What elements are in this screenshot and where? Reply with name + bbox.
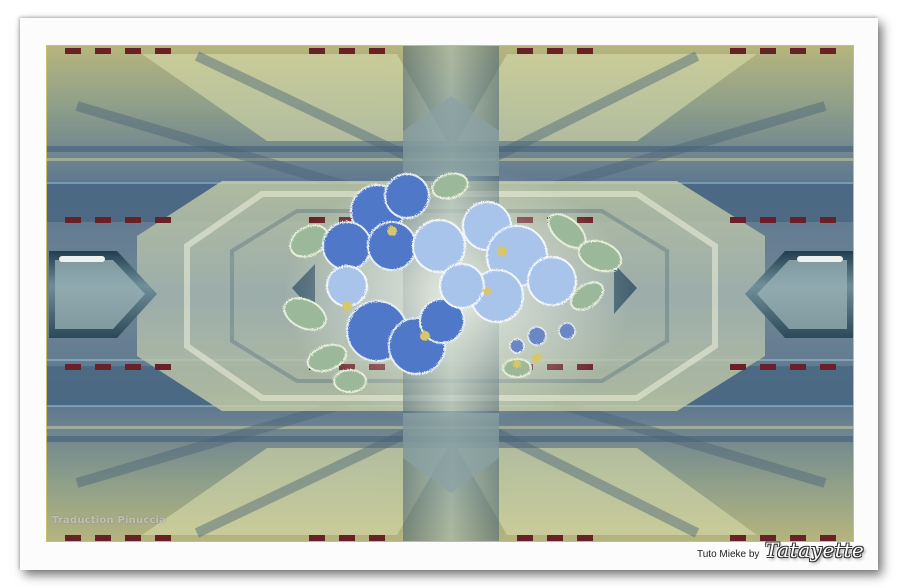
dash-marker bbox=[65, 364, 81, 370]
dash-marker bbox=[339, 48, 355, 54]
dash-marker bbox=[820, 364, 836, 370]
dash-marker bbox=[820, 48, 836, 54]
dash-marker bbox=[369, 48, 385, 54]
dash-marker bbox=[155, 535, 171, 541]
dash-marker bbox=[339, 535, 355, 541]
dash-marker bbox=[155, 48, 171, 54]
dash-marker bbox=[95, 217, 111, 223]
dash-marker bbox=[125, 48, 141, 54]
dash-marker bbox=[517, 535, 533, 541]
dash-marker bbox=[730, 364, 746, 370]
artwork-canvas: Traduction Pinuccia Tuto Mieke by Tataye… bbox=[0, 0, 900, 588]
dash-marker bbox=[790, 48, 806, 54]
dash-marker bbox=[65, 535, 81, 541]
dash-marker bbox=[577, 535, 593, 541]
translation-watermark: Traduction Pinuccia bbox=[52, 515, 167, 526]
dash-marker bbox=[517, 48, 533, 54]
dash-marker bbox=[155, 217, 171, 223]
dash-marker bbox=[730, 217, 746, 223]
dash-marker bbox=[125, 217, 141, 223]
dash-marker bbox=[547, 535, 563, 541]
dash-marker bbox=[125, 364, 141, 370]
dash-marker bbox=[547, 48, 563, 54]
dash-marker bbox=[95, 48, 111, 54]
dash-marker bbox=[820, 217, 836, 223]
dash-marker bbox=[65, 217, 81, 223]
tutorial-credit: Tuto Mieke by bbox=[697, 549, 760, 560]
dash-marker bbox=[760, 217, 776, 223]
dash-marker bbox=[309, 48, 325, 54]
dash-marker bbox=[790, 217, 806, 223]
dash-marker bbox=[65, 48, 81, 54]
dash-marker bbox=[730, 48, 746, 54]
dash-marker bbox=[125, 535, 141, 541]
dash-marker bbox=[790, 364, 806, 370]
dash-marker bbox=[730, 535, 746, 541]
dash-marker bbox=[309, 535, 325, 541]
dash-marker bbox=[95, 535, 111, 541]
dash-marker bbox=[369, 535, 385, 541]
dash-marker bbox=[577, 48, 593, 54]
artist-signature: Tatayette bbox=[765, 538, 865, 562]
dash-marker bbox=[155, 364, 171, 370]
dash-marker bbox=[760, 364, 776, 370]
artwork-svg bbox=[47, 46, 853, 541]
dash-marker bbox=[95, 364, 111, 370]
dash-marker bbox=[760, 48, 776, 54]
abstract-artwork bbox=[46, 45, 854, 542]
